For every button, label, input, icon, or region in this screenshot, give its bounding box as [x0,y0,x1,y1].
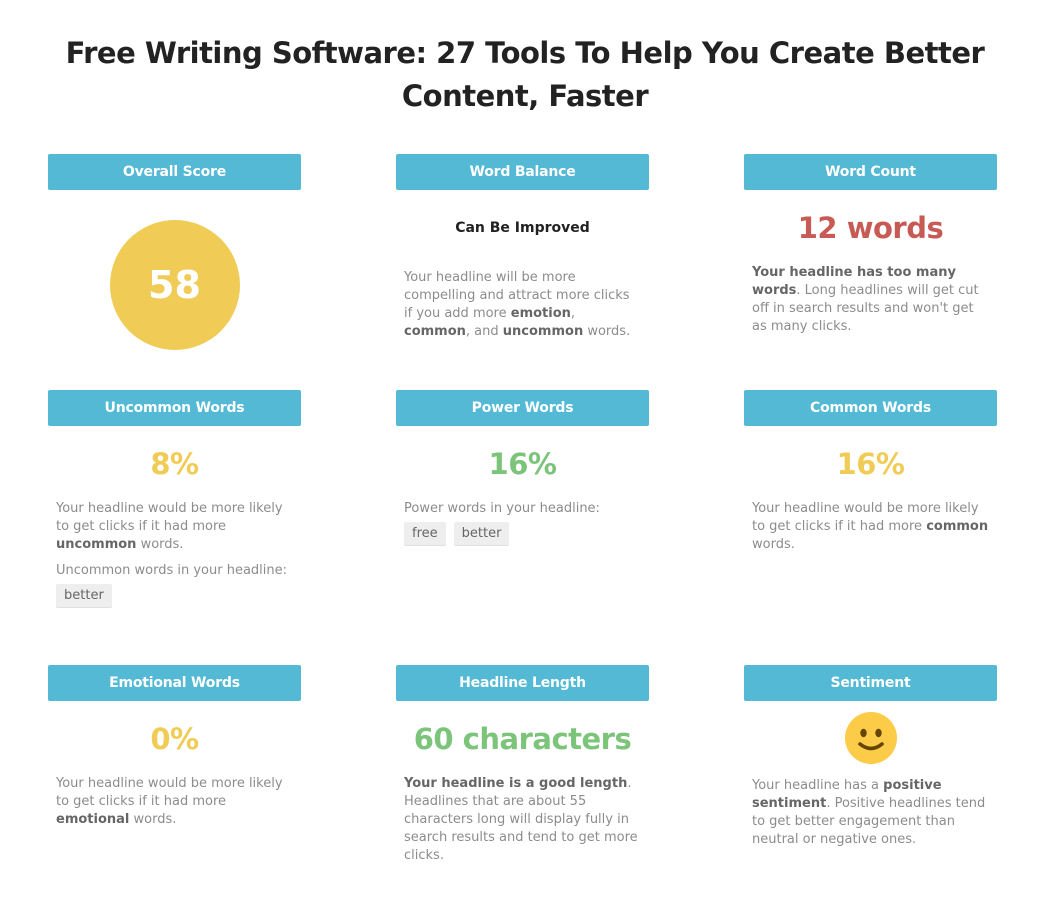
word-balance-status: Can Be Improved [455,220,590,236]
desc-text: , and [465,324,503,339]
card-emotional-words: Emotional Words 0% Your headline would b… [48,665,301,829]
desc-text: words. [752,537,795,552]
card-word-count: Word Count 12 words Your headline has to… [744,154,997,336]
power-words-value: 16% [488,447,557,481]
uncommon-words-list-label: Uncommon words in your headline: [56,563,288,578]
word-count-description: Your headline has too many words. Long h… [752,264,989,336]
overall-score-circle: 58 [109,220,240,350]
desc-text: words. [583,324,631,339]
card-header: Power Words [396,390,649,426]
card-header: Overall Score [48,154,301,190]
emotional-words-description: Your headline would be more likely to ge… [56,775,293,829]
card-uncommon-words: Uncommon Words 8% Your headline would be… [48,390,301,607]
desc-bold: uncommon [502,324,584,339]
uncommon-words-description: Your headline would be more likely to ge… [56,500,293,554]
desc-bold: uncommon [56,537,137,552]
desc-text: words. [129,812,177,827]
smiley-face-icon [844,712,897,764]
desc-text: Your headline would be more likely to ge… [56,501,283,534]
card-header: Sentiment [744,665,997,701]
desc-bold: common [926,519,989,534]
card-power-words: Power Words 16% Power words in your head… [396,390,649,545]
card-header: Word Balance [396,154,649,190]
desc-text: , [570,306,576,321]
common-words-description: Your headline would be more likely to ge… [752,500,989,554]
card-overall-score: Overall Score 58 [48,154,301,350]
word-tag: better [453,522,510,545]
card-common-words: Common Words 16% Your headline would be … [744,390,997,554]
desc-text: Your headline would be more likely to ge… [56,776,283,809]
desc-text: words. [136,537,184,552]
power-words-tags: free better [404,522,641,545]
card-headline-length: Headline Length 60 characters Your headl… [396,665,649,865]
desc-bold: common [404,324,466,339]
desc-text: Your headline has a [752,778,884,793]
emotional-words-value: 0% [150,722,199,756]
common-words-value: 16% [836,447,905,481]
card-header: Uncommon Words [48,390,301,426]
power-words-list-label: Power words in your headline: [404,501,600,516]
card-header: Common Words [744,390,997,426]
page-title: Free Writing Software: 27 Tools To Help … [65,36,985,113]
card-header: Headline Length [396,665,649,701]
uncommon-words-value: 8% [150,447,199,481]
sentiment-description: Your headline has a positive sentiment. … [752,777,989,849]
uncommon-words-tags: better [56,584,293,607]
headline-length-description: Your headline is a good length. Headline… [404,775,641,865]
word-count-value: 12 words [797,211,944,245]
card-header: Word Count [744,154,997,190]
card-sentiment: Sentiment Your headline has a positive s… [744,665,997,849]
headline-length-value: 60 characters [413,722,632,756]
word-tag: better [56,584,112,607]
card-header: Emotional Words [48,665,301,701]
desc-bold: Your headline is a good length [404,776,628,791]
desc-bold: emotional [56,812,130,827]
card-word-balance: Word Balance Can Be Improved Your headli… [396,154,649,341]
word-tag: free [404,522,446,545]
word-balance-description: Your headline will be more compelling an… [404,269,641,341]
sentiment-icon-wrap [752,712,989,764]
desc-bold: emotion [510,306,571,321]
